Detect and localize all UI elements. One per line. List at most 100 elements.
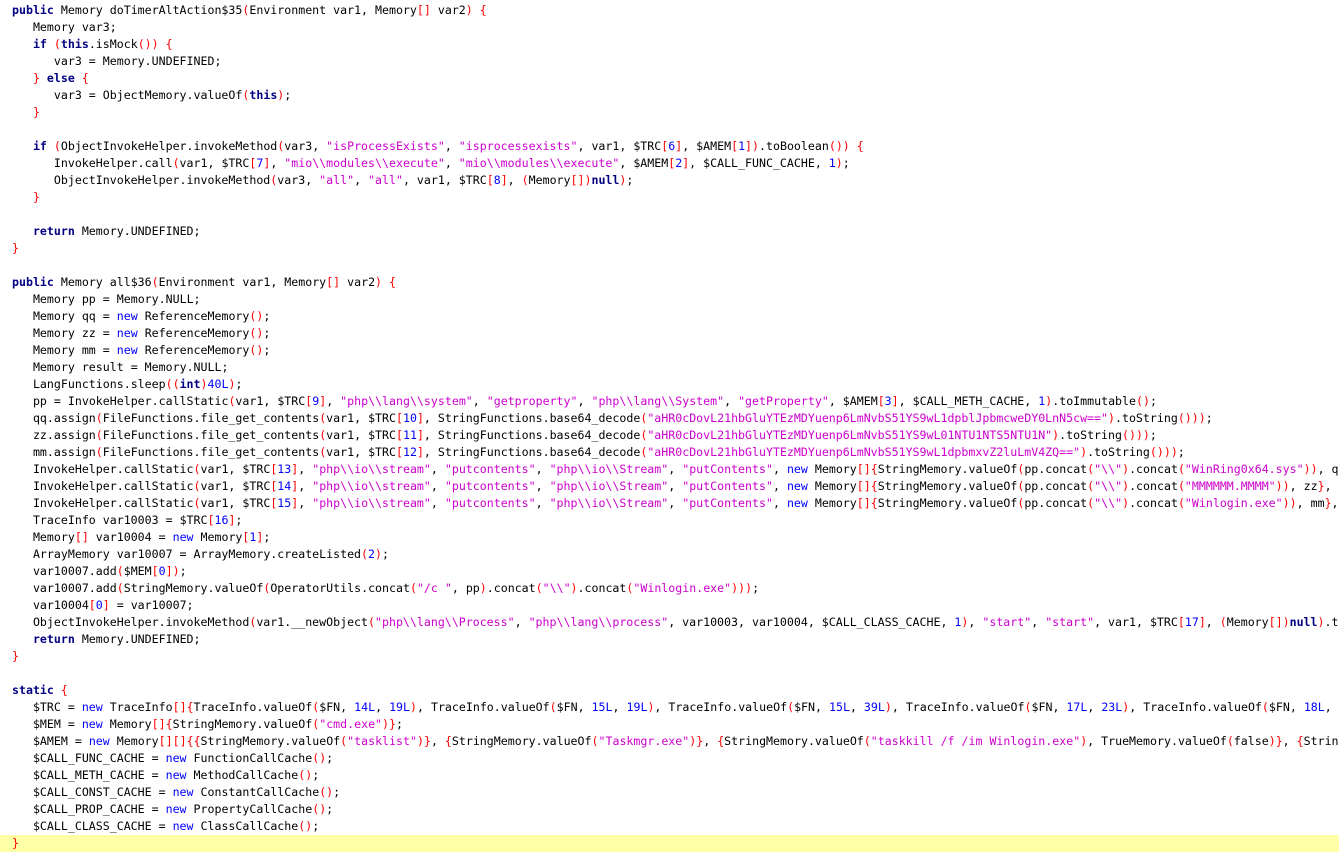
code-editor[interactable]: public Memory doTimerAltAction$35 (Enviro… [0, 0, 1339, 857]
identifier: pp [81, 292, 96, 306]
bracket: [ [395, 428, 403, 442]
code-line[interactable] [0, 121, 1339, 138]
code-line[interactable]: Memory var3; [0, 19, 1339, 36]
code-text: , [444, 139, 452, 153]
code-text: , [772, 479, 780, 493]
code-line[interactable]: var10007.add($MEM[0]); [0, 563, 1339, 580]
keyword: new [165, 802, 187, 816]
code-line[interactable]: $CALL_FUNC_CACHE = new FunctionCallCache… [0, 750, 1339, 767]
bracket: ( [549, 700, 557, 714]
code-line[interactable]: $CALL_CONST_CACHE = new ConstantCallCach… [0, 784, 1339, 801]
code-line[interactable]: $CALL_METH_CACHE = new MethodCallCache()… [0, 767, 1339, 784]
bracket: [ [486, 173, 494, 187]
code-line[interactable]: var3 = Memory.UNDEFINED; [0, 53, 1339, 70]
code-line[interactable]: if (this.isMock()) { [0, 36, 1339, 53]
code-line[interactable]: Memory mm = new ReferenceMemory(); [0, 342, 1339, 359]
identifier: var1 [326, 411, 355, 425]
code-line[interactable]: public Memory doTimerAltAction$35(Enviro… [0, 2, 1339, 19]
code-line[interactable]: } [0, 104, 1339, 121]
code-line[interactable]: Memory result = Memory.NULL; [0, 359, 1339, 376]
code-line[interactable]: Memory pp = Memory.NULL; [0, 291, 1339, 308]
code-line[interactable]: InvokeHelper.callStatic(var1, $TRC[15], … [0, 495, 1339, 512]
bracket: ) [1289, 496, 1297, 510]
code-line[interactable]: Memory qq = new ReferenceMemory(); [0, 308, 1339, 325]
code-line[interactable] [0, 206, 1339, 223]
code-text: ; [235, 513, 243, 527]
code-line[interactable]: } [0, 648, 1339, 665]
code-line[interactable]: } [0, 189, 1339, 206]
code-text: ; [752, 581, 760, 595]
code-line-current[interactable]: } [0, 835, 1339, 852]
code-line[interactable]: ObjectInvokeHelper.invokeMethod(var1.__n… [0, 614, 1339, 631]
code-line[interactable]: TraceInfo var10003 = $TRC[16]; [0, 512, 1339, 529]
code-text: = [151, 802, 159, 816]
string-literal: "php\\io\\Stream" [549, 462, 669, 476]
code-line[interactable]: zz.assign(FileFunctions.file_get_content… [0, 427, 1339, 444]
bracket: [ [570, 173, 578, 187]
code-line[interactable]: InvokeHelper.call(var1, $TRC[7], "mio\\m… [0, 155, 1339, 172]
code-line[interactable]: Memory zz = new ReferenceMemory(); [0, 325, 1339, 342]
code-line[interactable] [0, 257, 1339, 274]
code-line[interactable]: ObjectInvokeHelper.invokeMethod (var3, "a… [0, 172, 1339, 189]
number-literal: 40L [207, 377, 229, 391]
string-literal: "php\\lang\\System" [591, 394, 725, 408]
code-line[interactable]: $MEM = new Memory[]{StringMemory.valueOf… [0, 716, 1339, 733]
code-line[interactable]: return Memory.UNDEFINED; [0, 631, 1339, 648]
code-line[interactable]: mm.assign(FileFunctions.file_get_content… [0, 444, 1339, 461]
code-line[interactable]: InvokeHelper.callStatic(var1, $TRC[14], … [0, 478, 1339, 495]
code-line[interactable]: return Memory.UNDEFINED; [0, 223, 1339, 240]
code-line[interactable]: pp = InvokeHelper.callStatic (var1, $TRC [… [0, 393, 1339, 410]
code-line[interactable]: var3 = ObjectMemory.valueOf(this); [0, 87, 1339, 104]
code-line[interactable]: $CALL_CLASS_CACHE = new ClassCallCache()… [0, 818, 1339, 835]
identifier: InvokeHelper [53, 156, 138, 170]
code-line[interactable]: } else { [0, 70, 1339, 87]
code-line[interactable]: $AMEM = new Memory[][]{{StringMemory.val… [0, 733, 1339, 750]
code-line[interactable]: ArrayMemory var10007 = ArrayMemory.creat… [0, 546, 1339, 563]
code-line[interactable]: } [0, 240, 1339, 257]
string-literal: "php\\io\\Stream" [549, 479, 669, 493]
code-line[interactable]: var10007.add(StringMemory.valueOf(Operat… [0, 580, 1339, 597]
code-line[interactable] [0, 665, 1339, 682]
bracket: ) [382, 717, 390, 731]
bracket: ( [95, 428, 103, 442]
code-text: , [814, 156, 822, 170]
code-line[interactable]: public Memory all$36(Environment var1, M… [0, 274, 1339, 291]
code-line[interactable]: var10004[0] = var10007; [0, 597, 1339, 614]
bracket: ] [416, 445, 424, 459]
number-literal: 17 [1184, 615, 1199, 629]
identifier: __newObject [291, 615, 369, 629]
identifier: InvokeHelper [32, 479, 117, 493]
bracket: ( [591, 734, 599, 748]
code-line[interactable]: $TRC = new TraceInfo[]{TraceInfo.valueOf… [0, 699, 1339, 716]
code-line[interactable]: LangFunctions.sleep((int)40L); [0, 376, 1339, 393]
code-line[interactable]: Memory[] var10004 = new Memory[1]; [0, 529, 1339, 546]
bracket: ( [1226, 734, 1234, 748]
bracket: ( [95, 445, 103, 459]
bracket: { [870, 496, 878, 510]
code-line[interactable]: qq.assign(FileFunctions.file_get_content… [0, 410, 1339, 427]
identifier: var10007 [130, 598, 187, 612]
identifier: $TRC [242, 462, 271, 476]
code-line[interactable]: $CALL_PROP_CACHE = new PropertyCallCache… [0, 801, 1339, 818]
code-text: . [361, 581, 369, 595]
code-text: . [542, 428, 550, 442]
code-line[interactable]: InvokeHelper.callStatic(var1, $TRC[13], … [0, 461, 1339, 478]
code-line[interactable]: static { [0, 682, 1339, 699]
identifier: valueOf [1213, 700, 1262, 714]
identifier: Memory [60, 3, 103, 17]
code-line[interactable]: if (ObjectInvokeHelper.invokeMethod(var3… [0, 138, 1339, 155]
